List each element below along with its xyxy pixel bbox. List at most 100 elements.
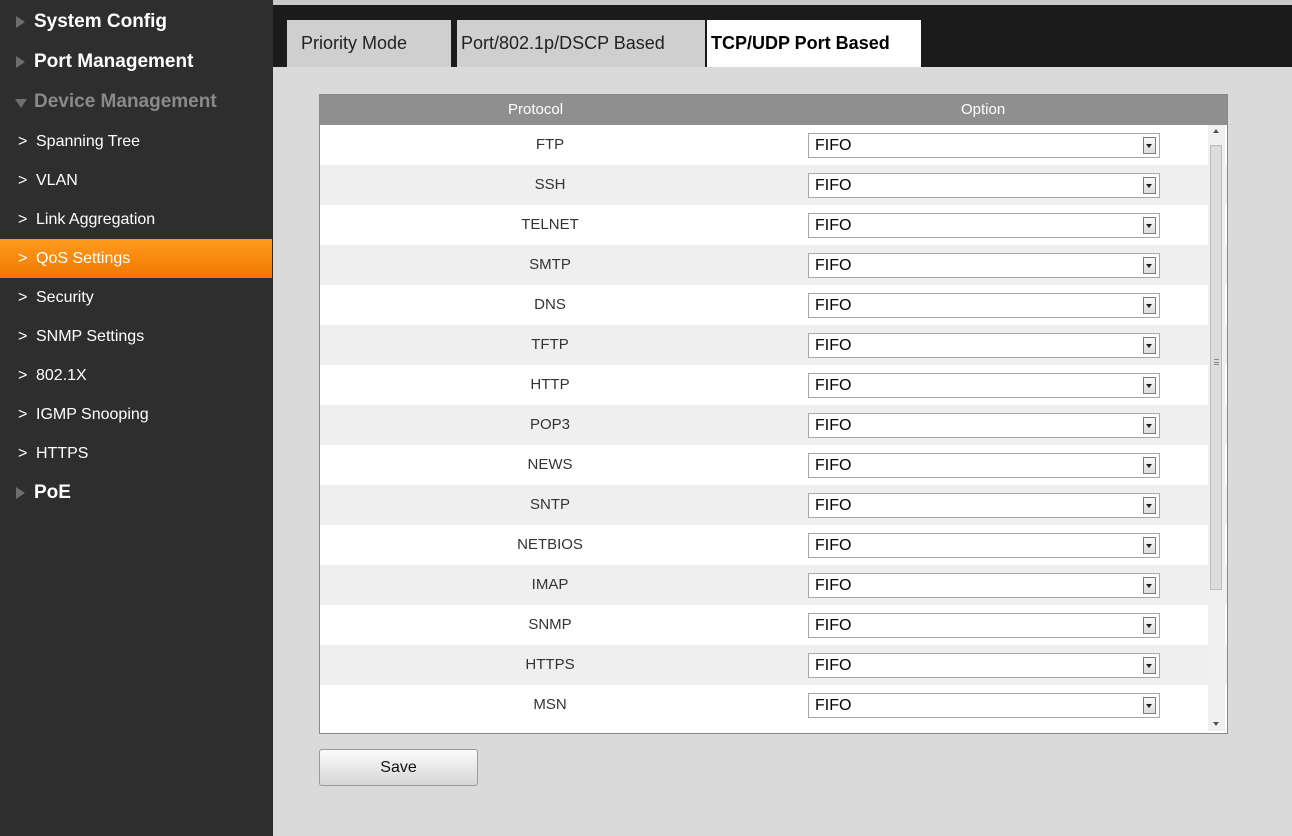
- tab-tcp-udp-port[interactable]: TCP/UDP Port Based: [707, 20, 921, 67]
- option-select-value: FIFO: [815, 297, 852, 314]
- tab-label: Priority Mode: [301, 33, 408, 53]
- table-row: IMAP FIFO: [320, 565, 1227, 605]
- sidebar-item-link-aggregation[interactable]: > Link Aggregation: [0, 200, 273, 239]
- sidebar-item-label: 802.1X: [36, 367, 87, 384]
- dropdown-arrow-icon[interactable]: [1143, 497, 1156, 514]
- sidebar-item-label: VLAN: [36, 172, 78, 189]
- sidebar-item-spanning-tree[interactable]: > Spanning Tree: [0, 122, 273, 161]
- sidebar: System Config Port Management Device Man…: [0, 0, 273, 836]
- grip-icon: [1214, 359, 1219, 365]
- option-select[interactable]: FIFO: [808, 293, 1160, 318]
- sidebar-item-security[interactable]: > Security: [0, 278, 273, 317]
- sidebar-section-label: PoE: [34, 482, 71, 503]
- sidebar-item-8021x[interactable]: >802.1X: [0, 356, 273, 395]
- dropdown-arrow-icon[interactable]: [1143, 657, 1156, 674]
- dropdown-arrow-icon[interactable]: [1143, 617, 1156, 634]
- dropdown-arrow-icon[interactable]: [1143, 337, 1156, 354]
- dropdown-arrow-icon[interactable]: [1143, 177, 1156, 194]
- table-header: Protocol Option: [320, 95, 1227, 125]
- chevron-right-icon: >: [18, 133, 28, 150]
- option-select[interactable]: FIFO: [808, 653, 1160, 678]
- triangle-right-icon: [16, 487, 25, 499]
- tab-port-8021p-dscp[interactable]: Port/802.1p/DSCP Based: [457, 20, 705, 67]
- dropdown-arrow-icon[interactable]: [1143, 217, 1156, 234]
- table-body: FTP FIFO SSH FIFO TELNET FIFO SMTP FIFO DNS FIFO T…: [320, 125, 1227, 725]
- chevron-right-icon: >: [18, 445, 28, 462]
- scroll-down-icon[interactable]: [1213, 722, 1219, 726]
- protocol-cell: SMTP: [529, 256, 571, 273]
- option-select[interactable]: FIFO: [808, 253, 1160, 278]
- top-strip: [273, 0, 1292, 5]
- option-select-value: FIFO: [815, 177, 852, 194]
- table-scrollbar[interactable]: [1208, 125, 1225, 731]
- chevron-right-icon: >: [18, 172, 28, 189]
- table-row: DNS FIFO: [320, 285, 1227, 325]
- sidebar-item-vlan[interactable]: > VLAN: [0, 161, 273, 200]
- sidebar-item-qos-settings[interactable]: > QoS Settings: [0, 239, 272, 278]
- tab-bar: Priority Mode Port/802.1p/DSCP Based TCP…: [273, 0, 1292, 67]
- dropdown-arrow-icon[interactable]: [1143, 577, 1156, 594]
- tab-priority-mode[interactable]: Priority Mode: [287, 20, 451, 67]
- option-select[interactable]: FIFO: [808, 413, 1160, 438]
- option-select[interactable]: FIFO: [808, 533, 1160, 558]
- dropdown-arrow-icon[interactable]: [1143, 297, 1156, 314]
- dropdown-arrow-icon[interactable]: [1143, 457, 1156, 474]
- chevron-right-icon: >: [18, 289, 28, 306]
- column-header-option: Option: [961, 101, 1006, 118]
- option-select[interactable]: FIFO: [808, 493, 1160, 518]
- protocol-cell: POP3: [529, 416, 571, 433]
- sidebar-item-igmp-snooping[interactable]: > IGMP Snooping: [0, 395, 273, 434]
- sidebar-section-port-management[interactable]: Port Management: [0, 42, 273, 82]
- dropdown-arrow-icon[interactable]: [1143, 137, 1156, 154]
- sidebar-item-label: Spanning Tree: [36, 133, 141, 150]
- option-select[interactable]: FIFO: [808, 213, 1160, 238]
- chevron-right-icon: >: [18, 211, 28, 228]
- scrollbar-thumb[interactable]: [1210, 145, 1222, 590]
- option-select-value: FIFO: [815, 377, 852, 394]
- chevron-right-icon: >: [18, 250, 28, 267]
- triangle-right-icon: [16, 16, 25, 28]
- chevron-right-icon: >: [18, 406, 28, 423]
- save-button[interactable]: Save: [319, 749, 478, 786]
- protocol-cell: SNTP: [529, 496, 570, 513]
- option-select[interactable]: FIFO: [808, 453, 1160, 478]
- protocol-cell: NETBIOS: [517, 536, 583, 553]
- option-select-value: FIFO: [815, 137, 852, 154]
- sidebar-section-poe[interactable]: PoE: [0, 473, 273, 513]
- option-select[interactable]: FIFO: [808, 573, 1160, 598]
- sidebar-section-device-management[interactable]: Device Management: [0, 82, 273, 122]
- table-row: POP3 FIFO: [320, 405, 1227, 445]
- option-select[interactable]: FIFO: [808, 693, 1160, 718]
- dropdown-arrow-icon[interactable]: [1143, 417, 1156, 434]
- option-select-value: FIFO: [815, 617, 852, 634]
- scroll-up-icon[interactable]: [1213, 129, 1219, 133]
- sidebar-section-system-config[interactable]: System Config: [0, 2, 273, 42]
- dropdown-arrow-icon[interactable]: [1143, 257, 1156, 274]
- option-select[interactable]: FIFO: [808, 373, 1160, 398]
- triangle-right-icon: [16, 56, 25, 68]
- dropdown-arrow-icon[interactable]: [1143, 377, 1156, 394]
- protocol-cell: DNS: [534, 296, 566, 313]
- sidebar-item-label: Link Aggregation: [36, 211, 156, 228]
- table-row: TFTP FIFO: [320, 325, 1227, 365]
- option-select[interactable]: FIFO: [808, 333, 1160, 358]
- dropdown-arrow-icon[interactable]: [1143, 697, 1156, 714]
- protocol-cell: MSN: [533, 696, 567, 713]
- table-row: FTP FIFO: [320, 125, 1227, 165]
- table-row: MSN FIFO: [320, 685, 1227, 725]
- protocol-cell: SSH: [534, 176, 566, 193]
- option-select[interactable]: FIFO: [808, 173, 1160, 198]
- sidebar-item-label: IGMP Snooping: [36, 406, 149, 423]
- sidebar-item-https[interactable]: > HTTPS: [0, 434, 273, 473]
- column-header-protocol: Protocol: [508, 101, 564, 118]
- table-row: SNTP FIFO: [320, 485, 1227, 525]
- sidebar-item-snmp-settings[interactable]: > SNMP Settings: [0, 317, 273, 356]
- option-select-value: FIFO: [815, 697, 852, 714]
- dropdown-arrow-icon[interactable]: [1143, 537, 1156, 554]
- option-select-value: FIFO: [815, 657, 852, 674]
- option-select[interactable]: FIFO: [808, 133, 1160, 158]
- sidebar-item-label: HTTPS: [36, 445, 89, 462]
- protocol-cell: TELNET: [521, 216, 579, 233]
- option-select[interactable]: FIFO: [808, 613, 1160, 638]
- option-select-value: FIFO: [815, 537, 852, 554]
